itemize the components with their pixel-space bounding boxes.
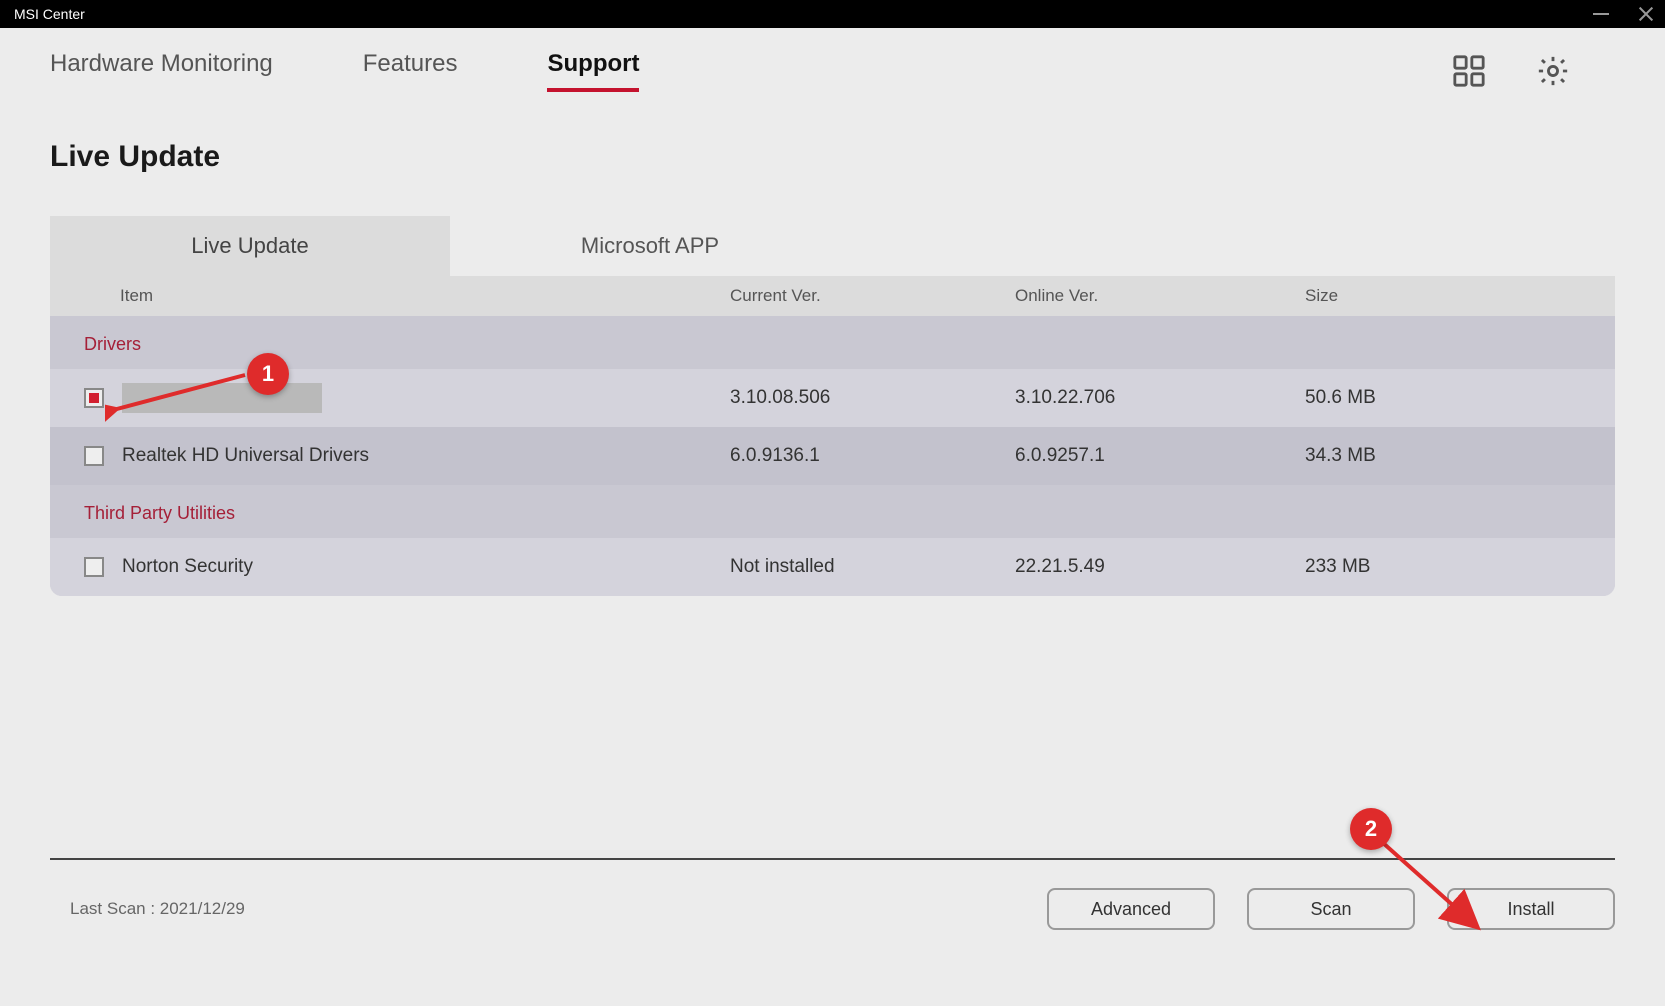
row-checkbox[interactable] bbox=[84, 388, 104, 408]
annotation-callout-2: 2 bbox=[1350, 808, 1392, 850]
cell-size: 50.6 MB bbox=[1305, 387, 1615, 409]
annotation-callout-1: 1 bbox=[247, 353, 289, 395]
driver-name: Realtek HD Universal Drivers bbox=[122, 445, 369, 467]
scan-button[interactable]: Scan bbox=[1247, 888, 1415, 930]
cell-online-version: 6.0.9257.1 bbox=[1015, 445, 1305, 467]
live-update-panel: Live Update Microsoft APP Item Current V… bbox=[50, 216, 1615, 596]
col-current-version: Current Ver. bbox=[730, 286, 1015, 306]
table-row: Norton Security Not installed 22.21.5.49… bbox=[50, 538, 1615, 596]
advanced-button[interactable]: Advanced bbox=[1047, 888, 1215, 930]
table-row: Realtek HD Universal Drivers 6.0.9136.1 … bbox=[50, 427, 1615, 485]
cell-current-version: 3.10.08.506 bbox=[730, 387, 1015, 409]
table-header: Item Current Ver. Online Ver. Size bbox=[50, 276, 1615, 316]
footer: Last Scan : 2021/12/29 Advanced Scan Ins… bbox=[70, 888, 1615, 930]
cell-online-version: 22.21.5.49 bbox=[1015, 556, 1305, 578]
main-nav: Hardware Monitoring Features Support bbox=[0, 28, 1665, 92]
col-online-version: Online Ver. bbox=[1015, 286, 1305, 306]
col-item: Item bbox=[50, 286, 730, 306]
row-checkbox[interactable] bbox=[84, 557, 104, 577]
last-scan-label: Last Scan : 2021/12/29 bbox=[70, 899, 245, 919]
tab-hardware-monitoring[interactable]: Hardware Monitoring bbox=[50, 50, 273, 92]
settings-gear-icon[interactable] bbox=[1536, 54, 1570, 88]
subtab-live-update[interactable]: Live Update bbox=[50, 216, 450, 276]
cell-current-version: Not installed bbox=[730, 556, 1015, 578]
cell-online-version: 3.10.22.706 bbox=[1015, 387, 1305, 409]
install-button[interactable]: Install bbox=[1447, 888, 1615, 930]
col-size: Size bbox=[1305, 286, 1615, 306]
cell-current-version: 6.0.9136.1 bbox=[730, 445, 1015, 467]
cell-size: 233 MB bbox=[1305, 556, 1615, 578]
page-title: Live Update bbox=[50, 140, 1665, 174]
window-close-icon[interactable] bbox=[1637, 5, 1655, 23]
window-minimize-icon[interactable] bbox=[1593, 13, 1609, 15]
update-table: Drivers 3.10.08.506 3.10.22.706 50.6 MB … bbox=[50, 316, 1615, 596]
tab-features[interactable]: Features bbox=[363, 50, 458, 92]
utility-name: Norton Security bbox=[122, 556, 253, 578]
cell-size: 34.3 MB bbox=[1305, 445, 1615, 467]
driver-name-redacted bbox=[122, 383, 322, 413]
app-title: MSI Center bbox=[14, 6, 85, 22]
group-third-party-header: Third Party Utilities bbox=[50, 485, 1615, 538]
tab-support[interactable]: Support bbox=[547, 50, 639, 92]
footer-separator bbox=[50, 858, 1615, 860]
titlebar: MSI Center bbox=[0, 0, 1665, 28]
apps-grid-icon[interactable] bbox=[1452, 54, 1486, 88]
subtab-microsoft-app[interactable]: Microsoft APP bbox=[450, 216, 850, 276]
row-checkbox[interactable] bbox=[84, 446, 104, 466]
